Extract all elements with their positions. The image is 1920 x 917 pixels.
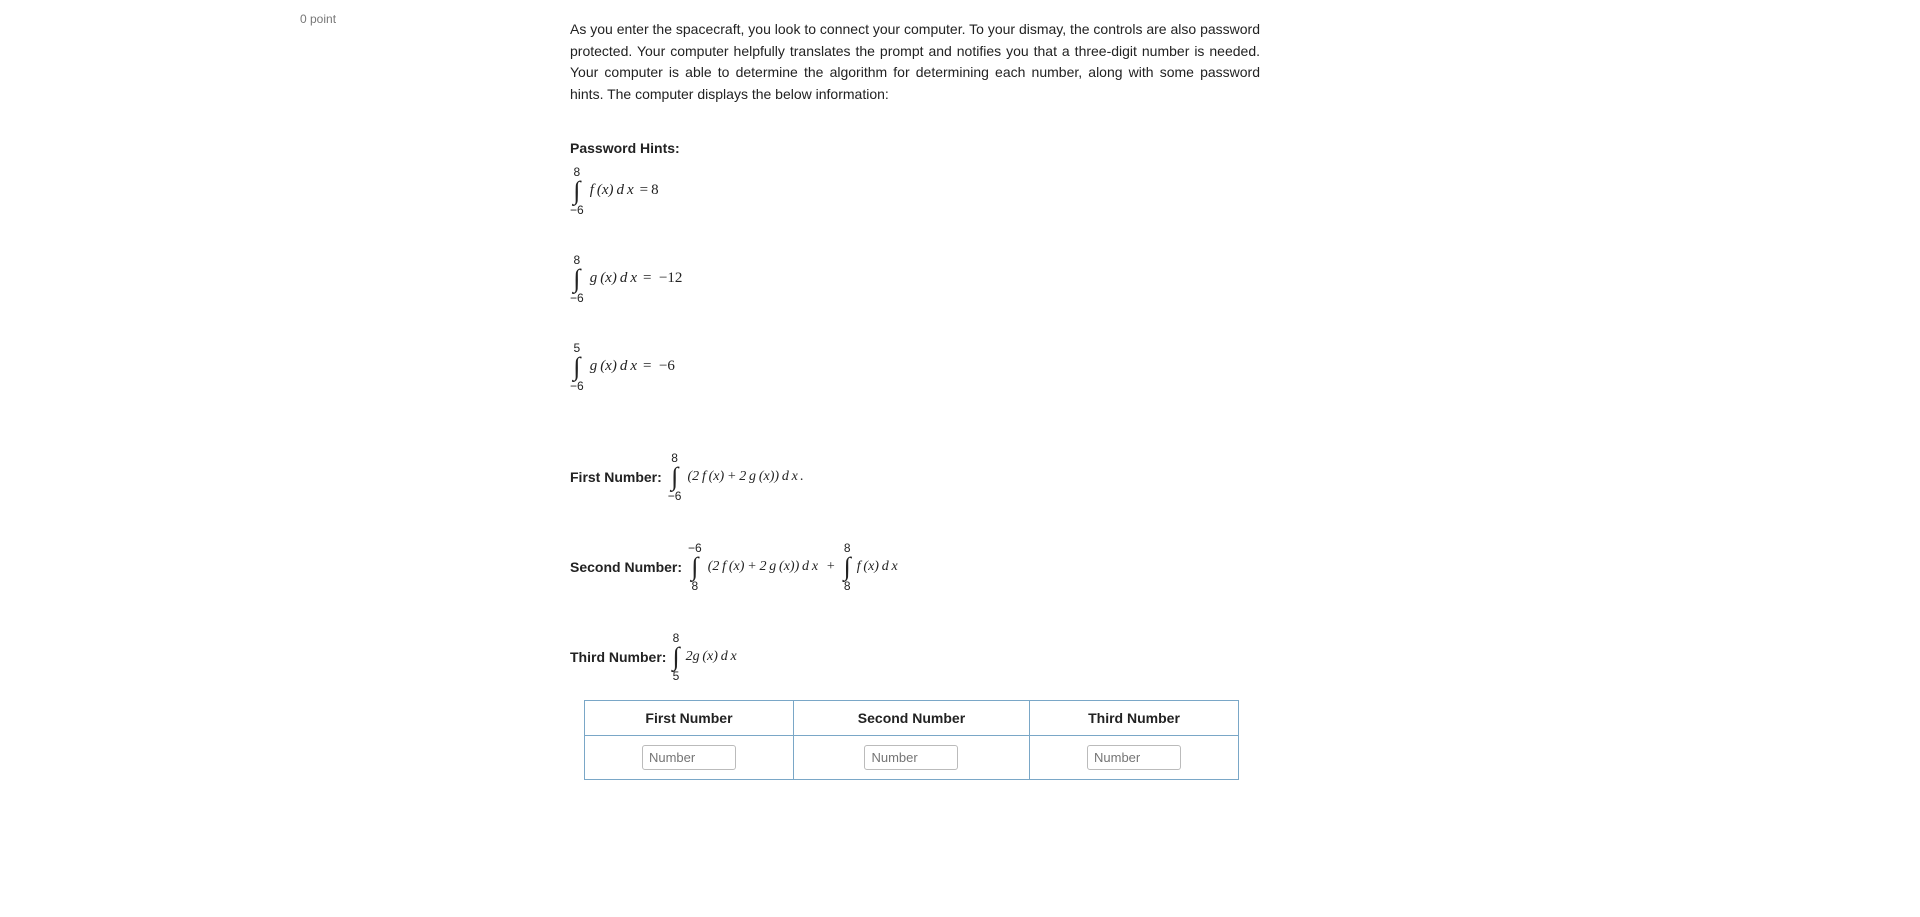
integral-icon: 8 ∫ 8	[844, 542, 851, 592]
integral-icon: 8 ∫ 5	[672, 632, 679, 682]
points-badge: 0 point	[300, 12, 336, 26]
integral-icon: 8 ∫ −6	[570, 166, 584, 216]
hint-2-integrand: g (x) d x	[590, 270, 637, 287]
third-number-prompt: Third Number: 8 ∫ 5 2g (x) d x	[570, 632, 1260, 682]
first-number-label: First Number:	[570, 469, 662, 485]
second-number-input[interactable]	[864, 745, 958, 770]
second-number-prompt: Second Number: −6 ∫ 8 (2 f (x) + 2 g (x)…	[570, 542, 1260, 592]
third-number-integrand: 2g (x) d x	[686, 649, 737, 665]
hint-1-equals: = 8	[640, 182, 659, 199]
integral-icon: 8 ∫ −6	[570, 254, 584, 304]
integral-icon: 5 ∫ −6	[570, 342, 584, 392]
hint-1-integrand: f (x) d x	[590, 182, 634, 199]
first-number-prompt: First Number: 8 ∫ −6 (2 f (x) + 2 g (x))…	[570, 452, 1260, 502]
first-number-input[interactable]	[642, 745, 736, 770]
col-header-second: Second Number	[793, 700, 1029, 735]
third-number-input[interactable]	[1087, 745, 1181, 770]
hint-2-equals: = −12	[643, 270, 682, 287]
second-number-label: Second Number:	[570, 559, 682, 575]
scroll-viewport[interactable]: 0 point As you enter the spacecraft, you…	[0, 0, 1920, 917]
story-paragraph: As you enter the spacecraft, you look to…	[570, 19, 1260, 106]
hint-3: 5 ∫ −6 g (x) d x = −6	[570, 342, 1260, 392]
plus-operator: +	[824, 559, 838, 575]
col-header-first: First Number	[585, 700, 794, 735]
hint-1: 8 ∫ −6 f (x) d x = 8	[570, 166, 1260, 216]
question-content: As you enter the spacecraft, you look to…	[570, 5, 1260, 780]
third-number-label: Third Number:	[570, 649, 666, 665]
hint-2: 8 ∫ −6 g (x) d x = −12	[570, 254, 1260, 304]
first-number-integrand: (2 f (x) + 2 g (x)) d x	[687, 469, 797, 485]
page: 0 point As you enter the spacecraft, you…	[0, 0, 1920, 917]
hint-3-equals: = −6	[643, 358, 675, 375]
second-number-integrand-2: f (x) d x	[857, 559, 898, 575]
first-number-tail: .	[800, 469, 804, 485]
integral-icon: 8 ∫ −6	[668, 452, 682, 502]
second-number-integrand-1: (2 f (x) + 2 g (x)) d x	[708, 559, 818, 575]
integral-icon: −6 ∫ 8	[688, 542, 702, 592]
col-header-third: Third Number	[1030, 700, 1239, 735]
answer-table: First Number Second Number Third Number	[584, 700, 1239, 780]
hints-title: Password Hints:	[570, 140, 1260, 156]
hint-3-integrand: g (x) d x	[590, 358, 637, 375]
